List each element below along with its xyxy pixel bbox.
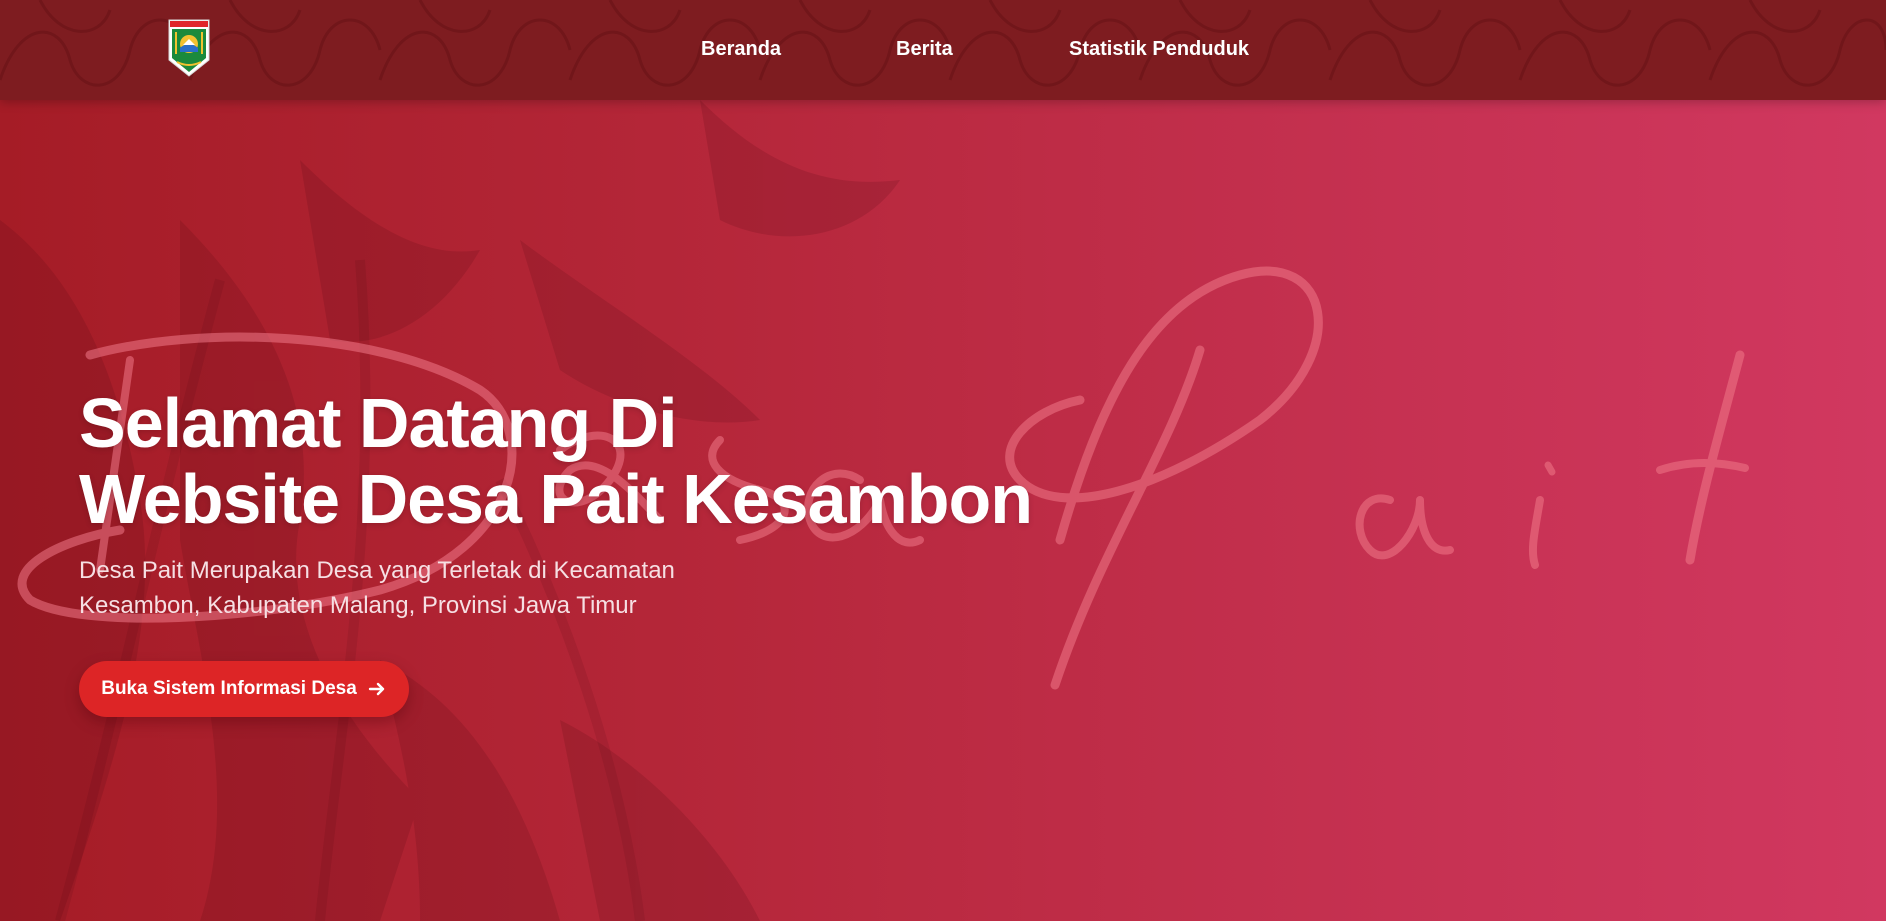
navbar: Beranda Berita Statistik Penduduk	[0, 0, 1886, 100]
arrow-right-icon	[368, 682, 384, 696]
open-village-info-system-button[interactable]: Buka Sistem Informasi Desa	[79, 661, 409, 717]
hero-title-line-1: Selamat Datang Di	[79, 384, 678, 462]
cta-label: Buka Sistem Informasi Desa	[101, 678, 357, 699]
hero-subtitle-line-1: Desa Pait Merupakan Desa yang Terletak d…	[79, 557, 675, 584]
nav-berita-link[interactable]: Berita	[896, 38, 953, 61]
hero-title: Selamat Datang Di Website Desa Pait Kesa…	[79, 384, 1033, 538]
hero-title-line-2: Website Desa Pait Kesambon	[79, 460, 1033, 538]
main-nav: Beranda Berita Statistik Penduduk	[0, 0, 1886, 100]
nav-statistik-penduduk-link[interactable]: Statistik Penduduk	[1069, 38, 1249, 61]
hero-subtitle-line-2: Kesambon, Kabupaten Malang, Provinsi Jaw…	[79, 592, 637, 619]
nav-beranda-link[interactable]: Beranda	[701, 38, 781, 61]
hero-subtitle: Desa Pait Merupakan Desa yang Terletak d…	[79, 553, 779, 623]
hero-section: Selamat Datang Di Website Desa Pait Kesa…	[0, 100, 1886, 921]
